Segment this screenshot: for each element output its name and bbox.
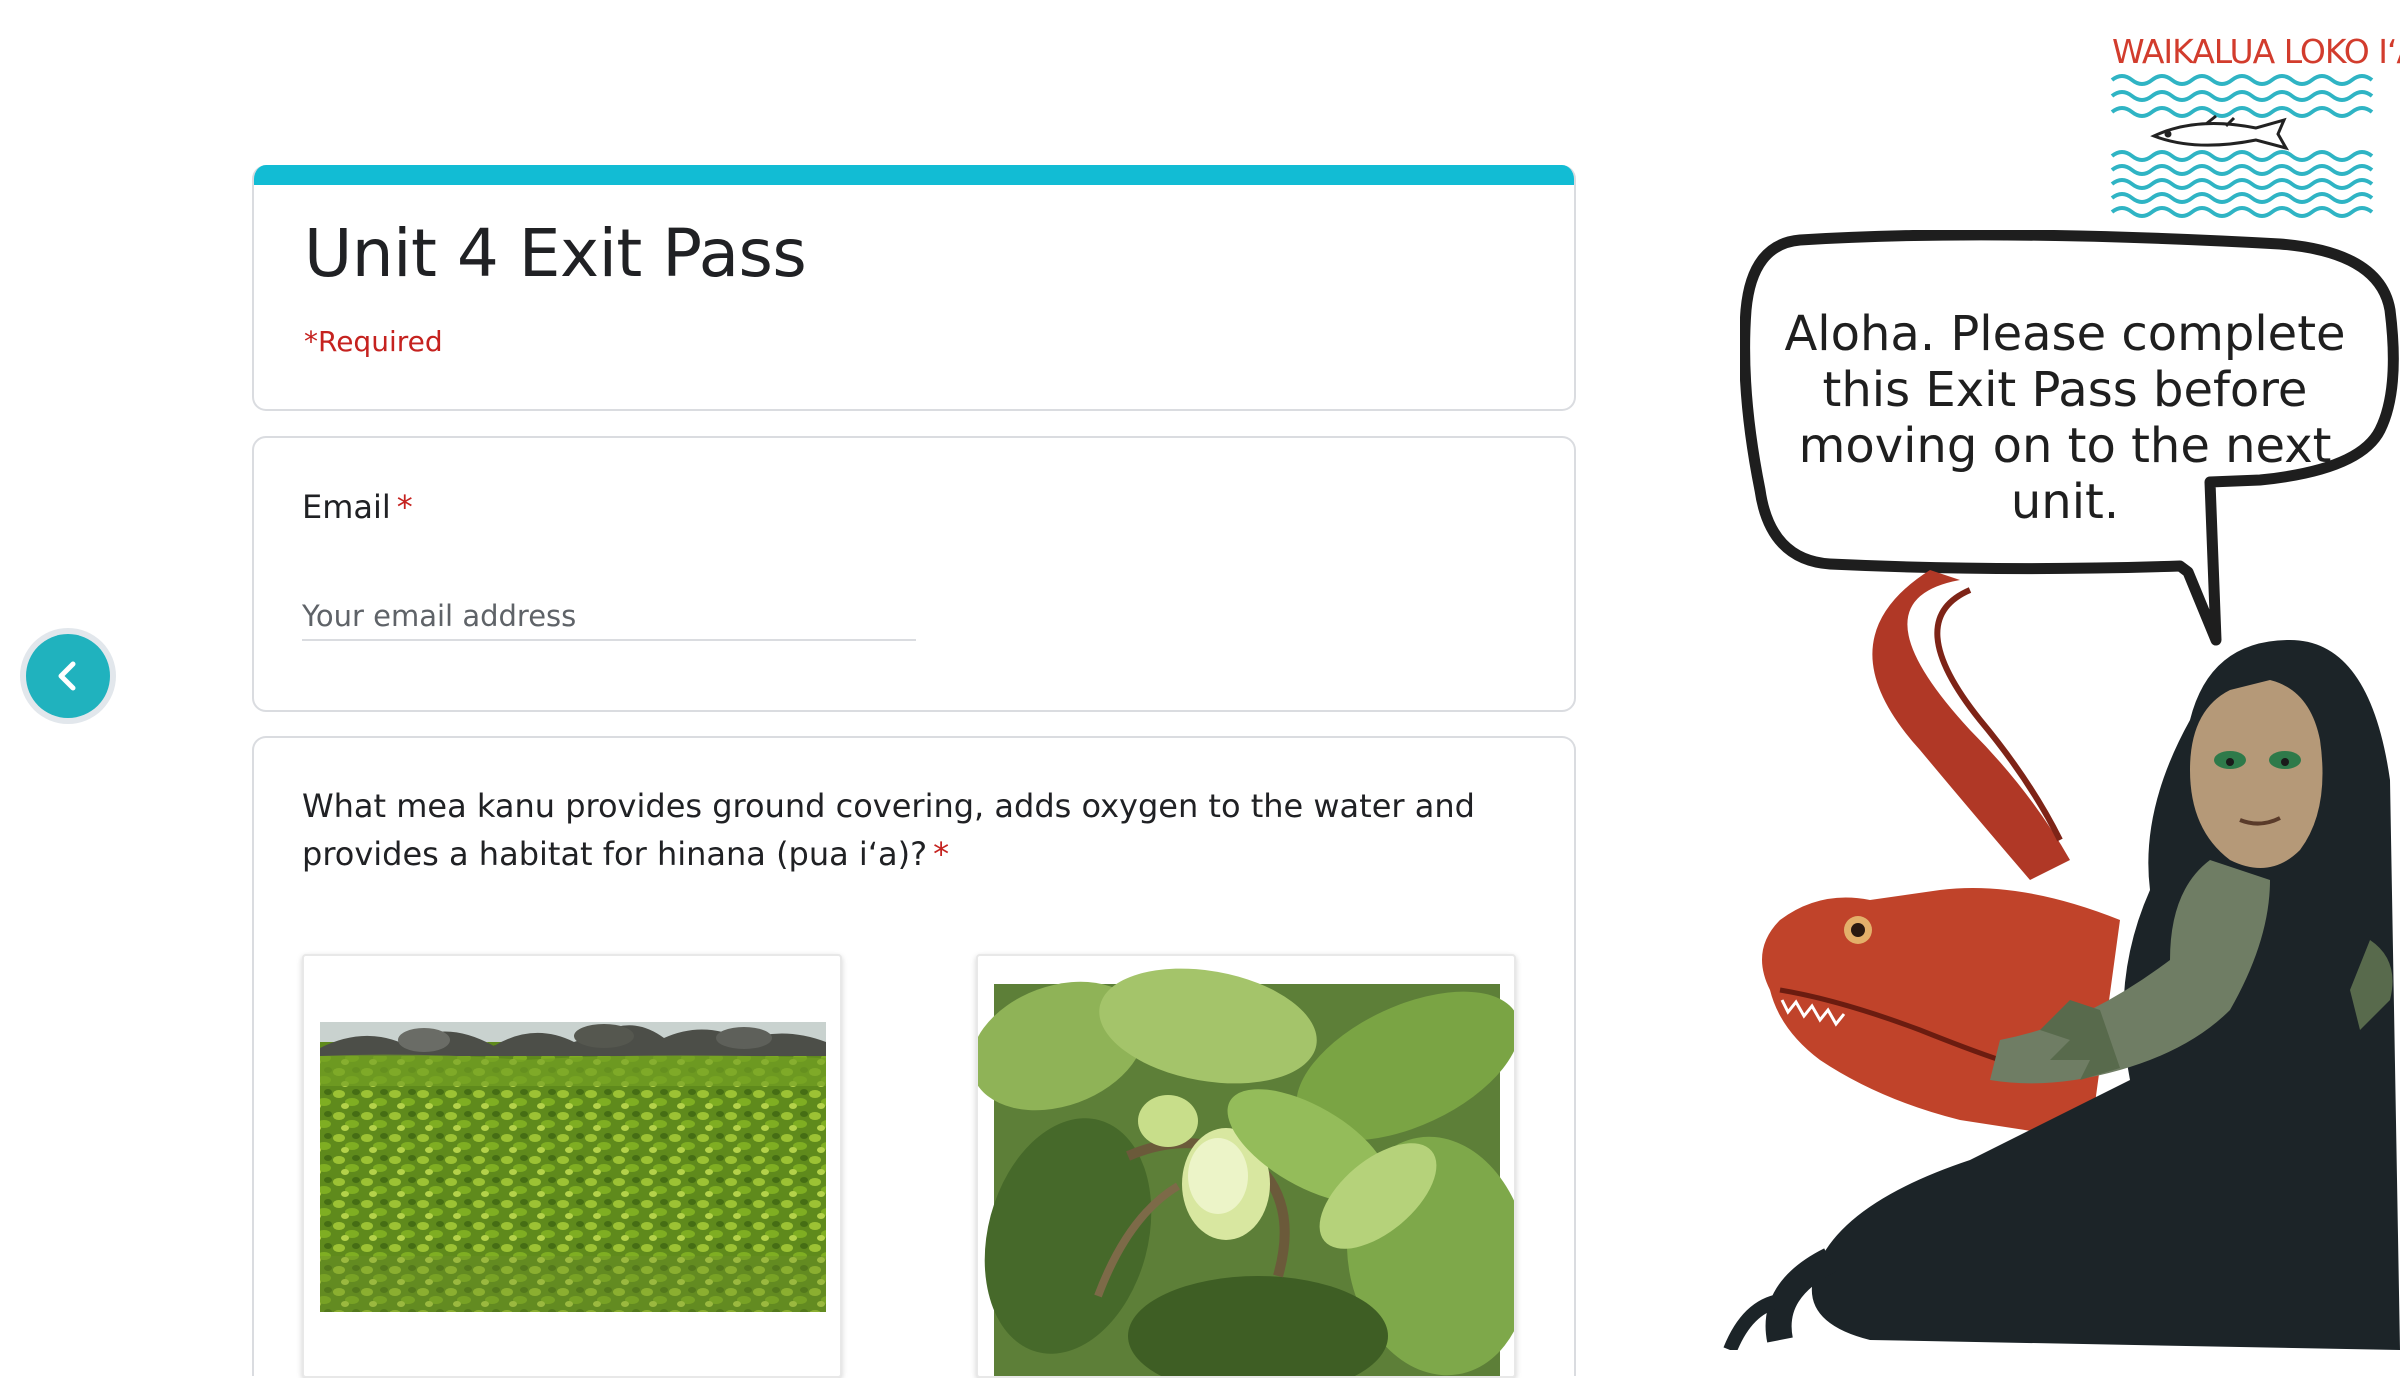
email-label-text: Email [302,488,391,526]
form-title: Unit 4 Exit Pass [304,215,807,292]
waikalua-loko-ia-logo: WAIKALUA LOKO IʻA [2106,24,2400,234]
previous-page-button[interactable] [26,634,110,718]
ground-cover-plant-photo [320,1022,826,1312]
email-question-card: Email * [252,436,1576,712]
mea-kanu-question-card: What mea kanu provides ground covering, … [252,736,1576,1378]
form-title-card: Unit 4 Exit Pass *Required [252,165,1576,411]
mooalii-illustration [1723,570,2400,1350]
title-accent-bar [254,165,1574,185]
option-image-ground-cover[interactable] [302,954,842,1378]
required-note: *Required [304,325,443,358]
required-asterisk: * [933,835,950,873]
noni-fruit-photo [978,968,1514,1376]
option-image-noni[interactable] [976,954,1516,1378]
email-label: Email * [302,488,413,526]
required-asterisk: * [396,488,413,526]
speech-bubble-text: Aloha. Please complete this Exit Pass be… [1784,306,2346,530]
email-field[interactable] [302,593,916,641]
logo-text: WAIKALUA LOKO IʻA [2112,32,2400,71]
chevron-left-icon [58,661,76,691]
question-text-body: What mea kanu provides ground covering, … [302,787,1475,873]
question-text: What mea kanu provides ground covering, … [302,782,1532,878]
